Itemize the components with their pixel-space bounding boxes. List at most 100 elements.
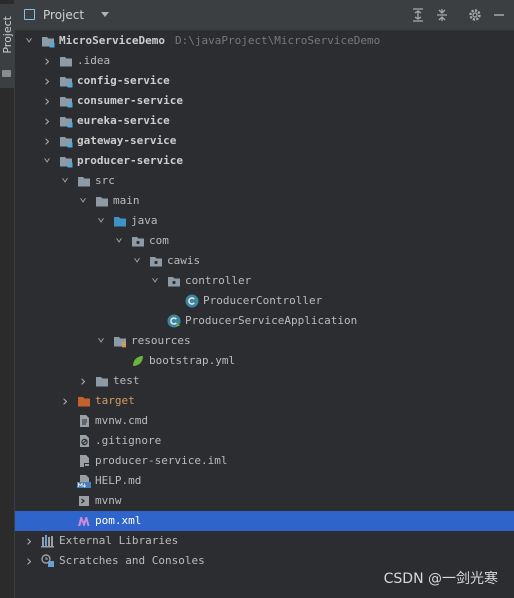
shell-file-icon: [79, 496, 89, 506]
tree-row[interactable]: › test: [15, 371, 514, 391]
chevron-right-icon[interactable]: ›: [41, 134, 53, 149]
tree-item-label: src: [95, 174, 115, 187]
spring-yml-icon: [133, 356, 143, 366]
tree-row[interactable]: › .idea: [15, 51, 514, 71]
module-folder-icon: [60, 137, 73, 148]
folder-icon: [96, 197, 108, 207]
tree-item-label: java: [131, 214, 158, 227]
tree-item-label: com: [149, 234, 169, 247]
chevron-right-icon[interactable]: ›: [23, 554, 35, 569]
tree-item-label: mvnw.cmd: [95, 414, 148, 427]
tree-item-label: .idea: [77, 54, 111, 67]
tree-row[interactable]: ProducerServiceApplication: [15, 311, 514, 331]
folder-icon: [96, 377, 108, 387]
chevron-right-icon[interactable]: ›: [41, 74, 53, 89]
tree-item-label: .gitignore: [95, 434, 162, 447]
tree-item-label: ProducerController: [203, 294, 323, 307]
scratches-icon: [41, 554, 54, 567]
tree-item-label: producer-service: [77, 154, 183, 167]
project-view-icon: [24, 9, 35, 20]
iml-file-icon: [80, 455, 90, 467]
tree-row[interactable]: › config-service: [15, 71, 514, 91]
tree-row[interactable]: ProducerController: [15, 291, 514, 311]
tree-row[interactable]: mvnw.cmd: [15, 411, 514, 431]
tree-row[interactable]: producer-service.iml: [15, 451, 514, 471]
tree-row[interactable]: ⌄ java: [15, 211, 514, 231]
chevron-right-icon[interactable]: ›: [59, 394, 71, 409]
java-class-icon: [185, 294, 199, 308]
chevron-down-icon[interactable]: ⌄: [149, 271, 161, 284]
chevron-down-icon[interactable]: ⌄: [77, 191, 89, 204]
tree-item-label: ProducerServiceApplication: [185, 314, 358, 327]
folder-icon: [60, 57, 72, 67]
chevron-down-icon[interactable]: ⌄: [113, 231, 125, 244]
tree-row[interactable]: › eureka-service: [15, 111, 514, 131]
tree-row[interactable]: .gitignore: [15, 431, 514, 451]
tree-item-label: target: [95, 394, 135, 407]
package-icon: [168, 277, 180, 287]
tree-row[interactable]: ⌄ src: [15, 171, 514, 191]
project-view-selector[interactable]: Project: [43, 8, 84, 22]
chevron-right-icon[interactable]: ›: [41, 114, 53, 129]
chevron-down-icon[interactable]: ⌄: [131, 251, 143, 264]
chevron-down-icon[interactable]: ⌄: [41, 151, 53, 164]
tree-item-label: producer-service.iml: [95, 454, 228, 467]
chevron-right-icon[interactable]: ›: [41, 94, 53, 109]
tree-row[interactable]: ⌄ MicroServiceDemo D:\javaProject\MicroSer…: [15, 31, 514, 51]
tree-item-label: controller: [185, 274, 252, 287]
project-path: D:\javaProject\MicroServiceDemo: [174, 34, 381, 47]
tree-item-label: cawis: [167, 254, 201, 267]
chevron-down-icon[interactable]: ⌄: [23, 31, 35, 44]
chevron-right-icon[interactable]: ›: [41, 54, 53, 69]
source-folder-icon: [114, 217, 126, 227]
tree-row[interactable]: › consumer-service: [15, 91, 514, 111]
watermark: CSDN @一剑光寒: [383, 571, 498, 587]
project-tree[interactable]: ⌄ MicroServiceDemo D:\javaProject\MicroSer…: [15, 31, 514, 571]
chevron-right-icon[interactable]: ›: [23, 534, 35, 549]
spring-boot-class-icon: [167, 314, 181, 328]
collapse-all-icon[interactable]: [434, 7, 450, 23]
module-folder-icon: [60, 97, 73, 108]
tree-row[interactable]: ⌄ cawis: [15, 251, 514, 271]
tree-row[interactable]: ⌄ controller: [15, 271, 514, 291]
tree-row[interactable]: › External Libraries: [15, 531, 514, 551]
tree-item-label: resources: [131, 334, 191, 347]
tree-item-label: main: [113, 194, 140, 207]
expand-all-icon[interactable]: [410, 7, 426, 23]
tree-row[interactable]: ⌄ producer-service: [15, 151, 514, 171]
tree-row[interactable]: ⌄ resources: [15, 331, 514, 351]
chevron-down-icon[interactable]: ⌄: [95, 331, 107, 344]
project-tool-tab[interactable]: Project: [0, 4, 14, 88]
hide-icon[interactable]: [491, 7, 507, 23]
excluded-folder-icon: [78, 397, 90, 407]
folder-icon: [78, 177, 90, 187]
chevron-down-icon[interactable]: ⌄: [59, 171, 71, 184]
markdown-file-icon: [77, 475, 91, 488]
tree-row[interactable]: › gateway-service: [15, 131, 514, 151]
module-folder-icon: [42, 37, 55, 48]
tree-row[interactable]: mvnw: [15, 491, 514, 511]
tree-item-label: Scratches and Consoles: [59, 554, 205, 567]
tree-row[interactable]: ⌄ main: [15, 191, 514, 211]
tree-row[interactable]: pom.xml: [15, 511, 514, 531]
tree-row[interactable]: bootstrap.yml: [15, 351, 514, 371]
package-icon: [132, 237, 144, 247]
maven-icon: [78, 517, 90, 526]
module-folder-icon: [60, 117, 73, 128]
text-file-icon: [80, 415, 89, 427]
chevron-right-icon[interactable]: ›: [77, 374, 89, 389]
gear-icon[interactable]: [467, 7, 483, 23]
tree-item-label: External Libraries: [59, 534, 179, 547]
libraries-icon: [41, 535, 54, 548]
tree-row[interactable]: › target: [15, 391, 514, 411]
chevron-down-icon[interactable]: [101, 12, 109, 17]
folder-icon: [2, 70, 11, 77]
project-tool-tab-label: Project: [1, 16, 14, 54]
tree-row[interactable]: HELP.md: [15, 471, 514, 491]
tree-item-label: test: [113, 374, 140, 387]
chevron-down-icon[interactable]: ⌄: [95, 211, 107, 224]
tree-row[interactable]: ⌄ com: [15, 231, 514, 251]
tree-item-label: config-service: [77, 74, 170, 87]
tree-item-label: gateway-service: [77, 134, 177, 147]
tree-item-label: eureka-service: [77, 114, 170, 127]
